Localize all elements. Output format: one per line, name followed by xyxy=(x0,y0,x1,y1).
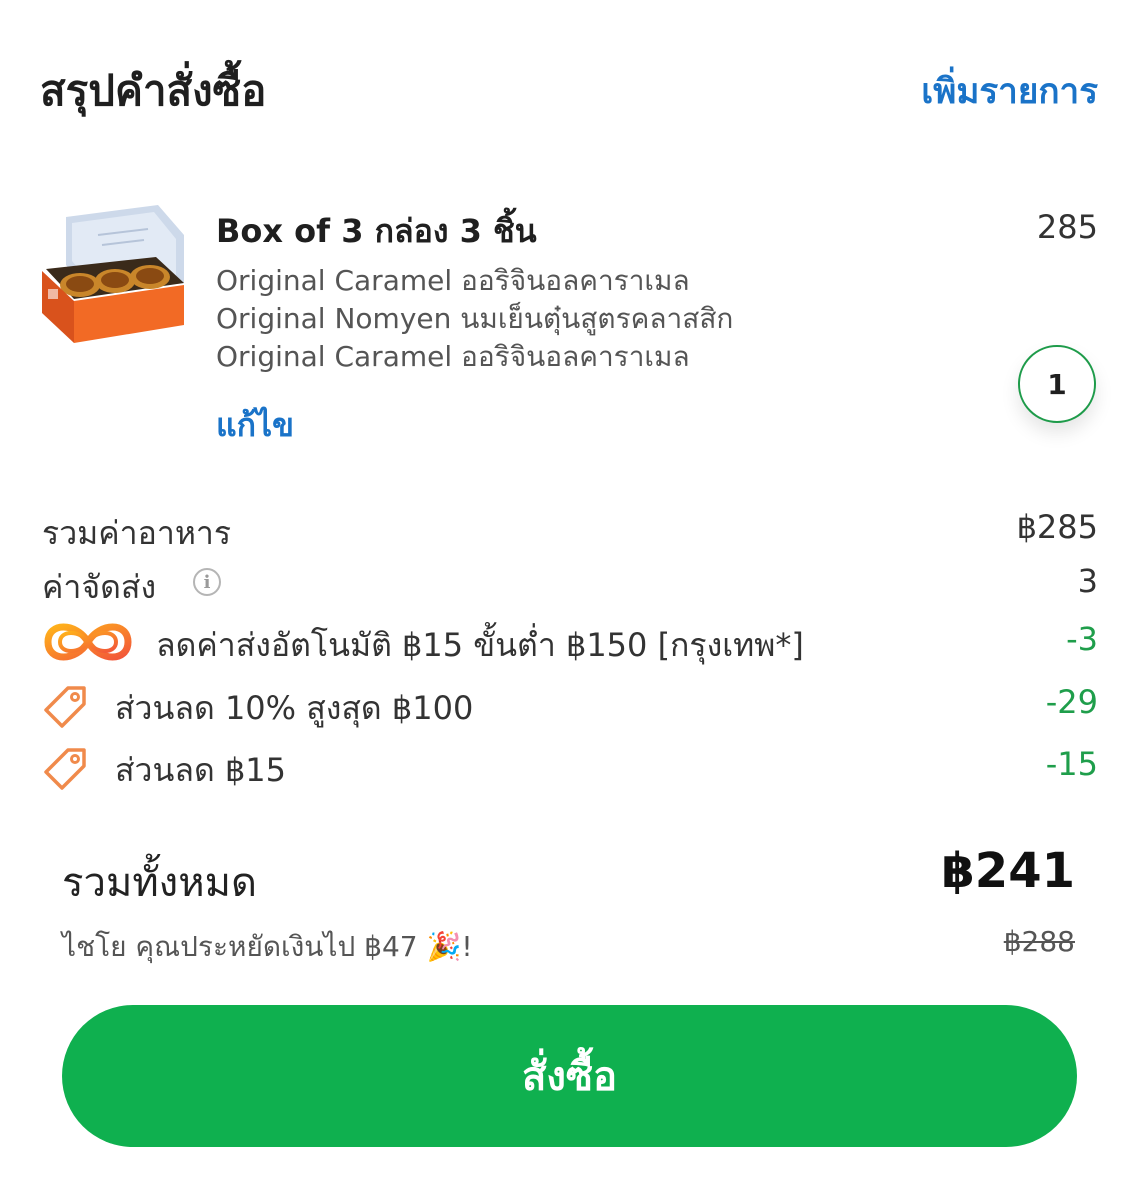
item-option: Original Nomyen นมเย็นตุ๋นสูตรคลาสสิก xyxy=(216,302,734,335)
discount-label: ส่วนลด 10% สูงสุด ฿100 xyxy=(115,689,474,727)
quantity-stepper[interactable]: 1 xyxy=(1018,345,1096,423)
add-items-link[interactable]: เพิ่มรายการ xyxy=(921,64,1098,119)
info-icon[interactable]: i xyxy=(193,568,221,596)
discount-value: -29 xyxy=(1045,683,1098,721)
delivery-fee-label: ค่าจัดส่ง xyxy=(42,568,157,606)
item-options: Original Caramel ออริจินอลคาราเมล Origin… xyxy=(216,262,733,376)
item-option: Original Caramel ออริจินอลคาราเมล xyxy=(216,264,690,297)
savings-message: ไชโย คุณประหยัดเงินไป ฿47 🎉! xyxy=(62,930,473,963)
item-price: 285 xyxy=(1036,208,1098,246)
food-total-value: ฿285 xyxy=(1016,508,1098,546)
auto-delivery-discount-icon xyxy=(42,614,134,670)
original-total-value: ฿288 xyxy=(1003,925,1075,958)
food-total-label: รวมค่าอาหาร xyxy=(42,514,232,552)
edit-item-link[interactable]: แก้ไข xyxy=(216,400,294,451)
item-option: Original Caramel ออริจินอลคาราเมล xyxy=(216,340,690,373)
discount-label: ลดค่าส่งอัตโนมัติ ฿15 ขั้นต่ำ ฿150 [กรุง… xyxy=(156,626,804,664)
delivery-fee-value: 3 xyxy=(1077,562,1098,600)
discount-label: ส่วนลด ฿15 xyxy=(115,751,287,789)
grand-total-value: ฿241 xyxy=(941,843,1075,899)
item-name: Box of 3 กล่อง 3 ชิ้น xyxy=(216,212,537,250)
quantity-value: 1 xyxy=(1047,367,1067,401)
pastry-box-image xyxy=(38,205,188,345)
discount-value: -15 xyxy=(1045,745,1098,783)
place-order-button[interactable]: สั่งซื้อ xyxy=(62,1005,1077,1147)
tag-icon xyxy=(44,746,88,790)
page-title: สรุปคำสั่งซื้อ xyxy=(40,66,267,115)
grand-total-label: รวมทั้งหมด xyxy=(62,860,257,906)
place-order-label: สั่งซื้อ xyxy=(521,1054,618,1100)
tag-icon xyxy=(44,684,88,728)
discount-value: -3 xyxy=(1066,620,1098,658)
